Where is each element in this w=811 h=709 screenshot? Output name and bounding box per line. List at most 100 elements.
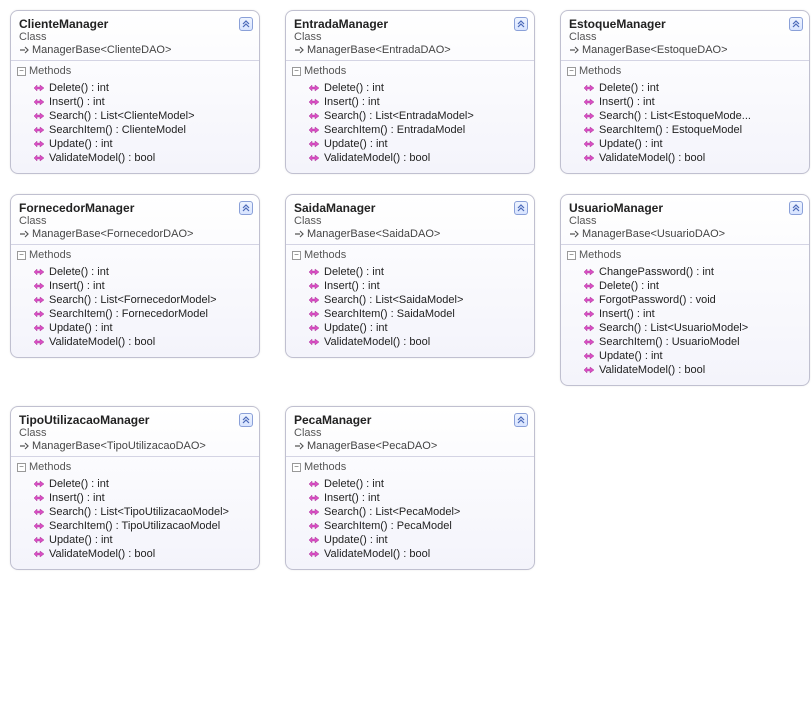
class-header: TipoUtilizacaoManagerClass ManagerBase<T…: [11, 407, 259, 456]
method-icon: [308, 309, 320, 319]
class-box[interactable]: EntradaManagerClass ManagerBase<EntradaD…: [285, 10, 535, 174]
class-box[interactable]: EstoqueManagerClass ManagerBase<EstoqueD…: [560, 10, 810, 174]
inherit-arrow-icon: [569, 46, 579, 54]
class-box[interactable]: ClienteManagerClass ManagerBase<ClienteD…: [10, 10, 260, 174]
method-item[interactable]: ForgotPassword() : void: [565, 293, 805, 307]
method-item[interactable]: Insert() : int: [15, 491, 255, 505]
method-item[interactable]: Update() : int: [565, 137, 805, 151]
method-item[interactable]: Delete() : int: [290, 477, 530, 491]
method-item[interactable]: ValidateModel() : bool: [290, 335, 530, 349]
inherit-arrow-icon: [294, 442, 304, 450]
method-item[interactable]: SearchItem() : PecaModel: [290, 519, 530, 533]
expander-icon[interactable]: −: [17, 463, 26, 472]
method-item[interactable]: Update() : int: [15, 137, 255, 151]
method-item[interactable]: ValidateModel() : bool: [15, 547, 255, 561]
method-item[interactable]: SearchItem() : ClienteModel: [15, 123, 255, 137]
method-signature: SearchItem() : SaidaModel: [324, 308, 455, 320]
collapse-button[interactable]: [239, 413, 253, 427]
method-item[interactable]: Insert() : int: [565, 307, 805, 321]
class-box[interactable]: SaidaManagerClass ManagerBase<SaidaDAO> …: [285, 194, 535, 358]
method-item[interactable]: Delete() : int: [290, 265, 530, 279]
methods-header[interactable]: −Methods: [286, 457, 534, 475]
method-item[interactable]: Delete() : int: [290, 81, 530, 95]
methods-header[interactable]: −Methods: [11, 457, 259, 475]
method-item[interactable]: Search() : List<ClienteModel>: [15, 109, 255, 123]
method-item[interactable]: Update() : int: [290, 137, 530, 151]
method-item[interactable]: Insert() : int: [565, 95, 805, 109]
methods-header[interactable]: −Methods: [286, 61, 534, 79]
method-item[interactable]: SearchItem() : EstoqueModel: [565, 123, 805, 137]
method-item[interactable]: Delete() : int: [565, 81, 805, 95]
collapse-button[interactable]: [514, 201, 528, 215]
method-item[interactable]: Update() : int: [290, 321, 530, 335]
expander-icon[interactable]: −: [292, 463, 301, 472]
collapse-button[interactable]: [239, 17, 253, 31]
chevron-up-icon: [242, 204, 250, 212]
class-box[interactable]: FornecedorManagerClass ManagerBase<Forne…: [10, 194, 260, 358]
method-item[interactable]: Update() : int: [15, 321, 255, 335]
method-item[interactable]: SearchItem() : UsuarioModel: [565, 335, 805, 349]
collapse-button[interactable]: [239, 201, 253, 215]
method-item[interactable]: ValidateModel() : bool: [290, 547, 530, 561]
method-item[interactable]: Insert() : int: [290, 491, 530, 505]
method-item[interactable]: ValidateModel() : bool: [565, 363, 805, 377]
class-header: UsuarioManagerClass ManagerBase<UsuarioD…: [561, 195, 809, 244]
collapse-button[interactable]: [789, 201, 803, 215]
expander-icon[interactable]: −: [17, 67, 26, 76]
class-inherit: ManagerBase<SaidaDAO>: [294, 228, 526, 240]
expander-icon[interactable]: −: [567, 251, 576, 260]
method-item[interactable]: Search() : List<PecaModel>: [290, 505, 530, 519]
expander-icon[interactable]: −: [292, 67, 301, 76]
method-item[interactable]: Insert() : int: [15, 95, 255, 109]
method-item[interactable]: Insert() : int: [290, 279, 530, 293]
method-signature: Search() : List<TipoUtilizacaoModel>: [49, 506, 229, 518]
method-item[interactable]: Search() : List<UsuarioModel>: [565, 321, 805, 335]
method-icon: [33, 337, 45, 347]
collapse-button[interactable]: [514, 17, 528, 31]
method-item[interactable]: ChangePassword() : int: [565, 265, 805, 279]
method-icon: [583, 97, 595, 107]
expander-icon[interactable]: −: [292, 251, 301, 260]
method-item[interactable]: SearchItem() : SaidaModel: [290, 307, 530, 321]
class-box[interactable]: PecaManagerClass ManagerBase<PecaDAO> −M…: [285, 406, 535, 570]
method-item[interactable]: ValidateModel() : bool: [15, 151, 255, 165]
method-signature: Delete() : int: [324, 82, 384, 94]
method-item[interactable]: Update() : int: [15, 533, 255, 547]
method-item[interactable]: Delete() : int: [15, 477, 255, 491]
methods-header[interactable]: −Methods: [561, 245, 809, 263]
inherit-arrow-icon: [294, 230, 304, 238]
method-item[interactable]: ValidateModel() : bool: [15, 335, 255, 349]
method-item[interactable]: Delete() : int: [565, 279, 805, 293]
method-item[interactable]: Update() : int: [290, 533, 530, 547]
method-item[interactable]: SearchItem() : TipoUtilizacaoModel: [15, 519, 255, 533]
method-item[interactable]: Search() : List<TipoUtilizacaoModel>: [15, 505, 255, 519]
method-item[interactable]: Delete() : int: [15, 265, 255, 279]
method-item[interactable]: ValidateModel() : bool: [290, 151, 530, 165]
method-item[interactable]: Insert() : int: [290, 95, 530, 109]
collapse-button[interactable]: [789, 17, 803, 31]
expander-icon[interactable]: −: [17, 251, 26, 260]
method-item[interactable]: Search() : List<EstoqueMode...: [565, 109, 805, 123]
expander-icon[interactable]: −: [567, 67, 576, 76]
collapse-button[interactable]: [514, 413, 528, 427]
methods-header[interactable]: −Methods: [11, 245, 259, 263]
method-item[interactable]: Search() : List<FornecedorModel>: [15, 293, 255, 307]
methods-header[interactable]: −Methods: [286, 245, 534, 263]
method-item[interactable]: Delete() : int: [15, 81, 255, 95]
methods-header[interactable]: −Methods: [561, 61, 809, 79]
method-item[interactable]: SearchItem() : EntradaModel: [290, 123, 530, 137]
method-icon: [33, 323, 45, 333]
method-item[interactable]: ValidateModel() : bool: [565, 151, 805, 165]
method-item[interactable]: Search() : List<EntradaModel>: [290, 109, 530, 123]
method-signature: SearchItem() : ClienteModel: [49, 124, 186, 136]
method-item[interactable]: Update() : int: [565, 349, 805, 363]
method-item[interactable]: Insert() : int: [15, 279, 255, 293]
methods-header[interactable]: −Methods: [11, 61, 259, 79]
chevron-up-icon: [792, 204, 800, 212]
class-box[interactable]: UsuarioManagerClass ManagerBase<UsuarioD…: [560, 194, 810, 386]
class-box[interactable]: TipoUtilizacaoManagerClass ManagerBase<T…: [10, 406, 260, 570]
method-signature: SearchItem() : EntradaModel: [324, 124, 465, 136]
method-item[interactable]: SearchItem() : FornecedorModel: [15, 307, 255, 321]
methods-section: −Methods Delete() : int Insert() : int S…: [286, 456, 534, 569]
method-item[interactable]: Search() : List<SaidaModel>: [290, 293, 530, 307]
